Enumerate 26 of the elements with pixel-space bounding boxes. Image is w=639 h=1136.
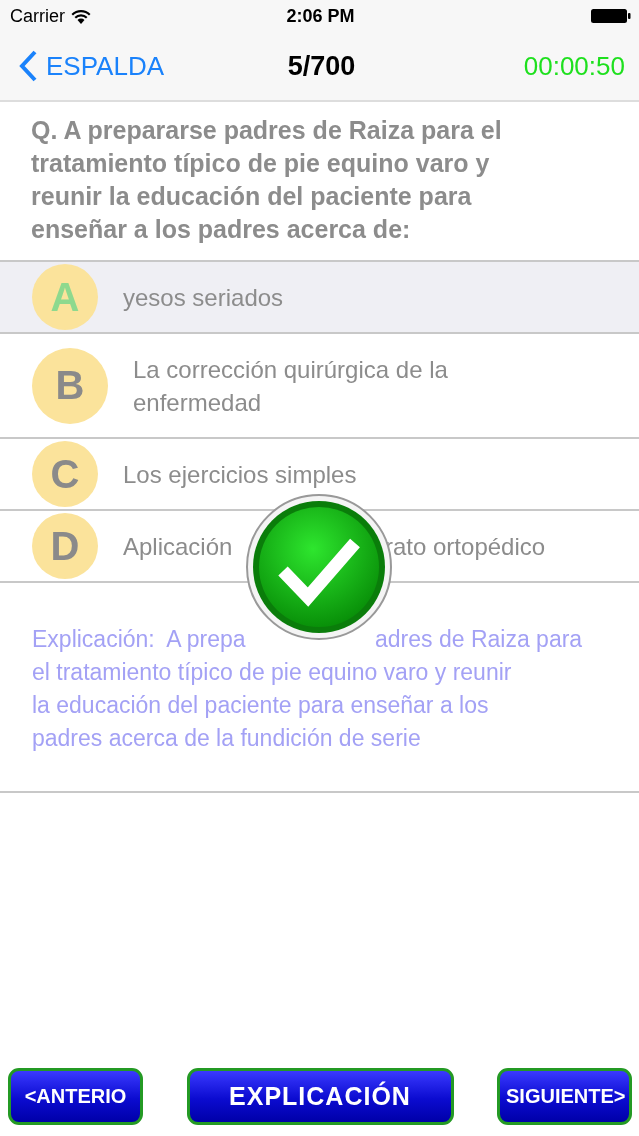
- chevron-left-icon: [18, 50, 38, 82]
- answer-text: Aplicación: [123, 531, 234, 562]
- answer-text: yesos seriados: [123, 282, 284, 313]
- explanation-text: adres de Raiza para: [375, 625, 583, 654]
- nav-button[interactable]: SIGUIENTE>: [497, 1068, 632, 1125]
- answer-letter: B: [32, 347, 108, 424]
- answer-text: La corrección quirúrgica de la enfermedad: [133, 354, 449, 418]
- answer-letter: A: [32, 264, 98, 330]
- battery-icon: [591, 8, 631, 24]
- answer-option[interactable]: A yesos seriados: [0, 262, 639, 334]
- nav-button[interactable]: <ANTERIO: [8, 1068, 143, 1125]
- explanation-text: Explicación: A prepa: [32, 625, 247, 654]
- explanation-text: el tratamiento típico de pie equino varo y reunir: [32, 658, 513, 687]
- wifi-icon: [71, 8, 91, 24]
- nav-button[interactable]: EXPLICACIÓN: [186, 1068, 454, 1125]
- answer-text: Los ejercicios simples: [123, 459, 357, 490]
- explanation-text: la educación del paciente para enseñar a los: [32, 691, 490, 720]
- timer: 00:00:50: [522, 50, 625, 82]
- carrier-name: Carrier: [10, 5, 65, 27]
- question-counter: 5/700: [287, 50, 356, 82]
- answer-option[interactable]: B La corrección quirúrgica de la enfermedad: [0, 334, 639, 439]
- back-button[interactable]: ESPALDA: [18, 50, 178, 82]
- status-time: 2:06 PM: [286, 5, 355, 27]
- explanation-text: padres acerca de la fundición de serie: [32, 724, 422, 753]
- answer-letter: C: [32, 441, 98, 507]
- answer-letter: D: [32, 513, 98, 579]
